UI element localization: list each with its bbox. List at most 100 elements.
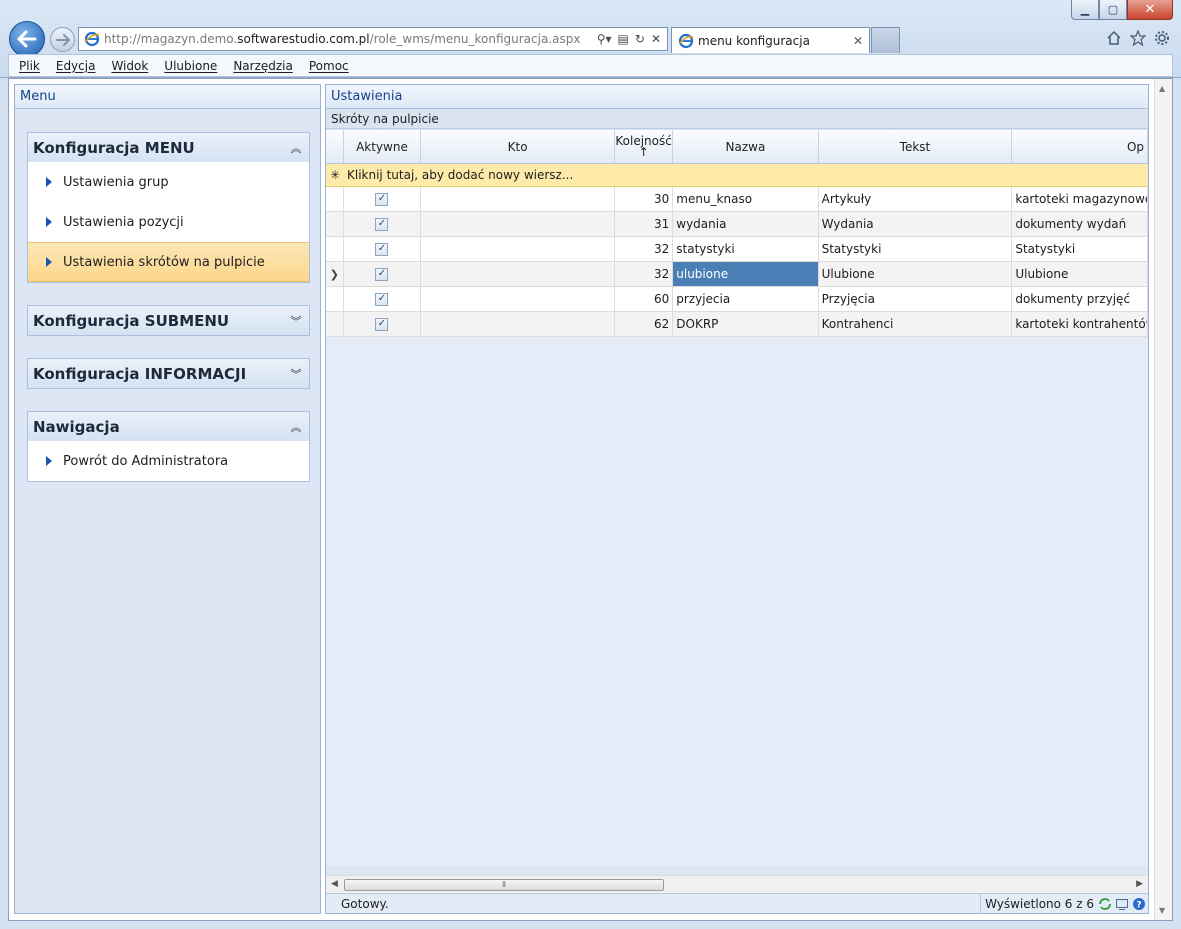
cell-aktywne[interactable]: ✓ (344, 237, 422, 261)
scroll-down-icon[interactable]: ▼ (1159, 906, 1165, 915)
cell-nazwa[interactable]: wydania (673, 212, 819, 236)
cell-tekst[interactable]: Kontrahenci (819, 312, 1013, 336)
scrollbar-thumb[interactable]: ⦀ (344, 879, 664, 891)
table-row[interactable]: ✓ 31 wydania Wydania dokumenty wydań (326, 212, 1148, 237)
stop-icon[interactable]: ✕ (651, 32, 661, 46)
cell-kolejnosc[interactable]: 60 (615, 287, 674, 311)
table-row[interactable]: ✓ 60 przyjecia Przyjęcia dokumenty przyjęć (326, 287, 1148, 312)
cell-kolejnosc[interactable]: 31 (615, 212, 674, 236)
cell-kto[interactable] (421, 212, 615, 236)
gear-icon[interactable] (1153, 29, 1171, 47)
cell-opis[interactable]: kartoteki magazynowe (1012, 187, 1148, 211)
cell-tekst[interactable]: Statystyki (819, 237, 1013, 261)
scroll-left-icon[interactable]: ◀ (331, 879, 338, 889)
row-indicator[interactable] (326, 312, 344, 336)
row-indicator[interactable] (326, 287, 344, 311)
row-indicator[interactable]: ❯ (326, 262, 344, 286)
forward-button[interactable] (50, 27, 75, 52)
nav-item-ustawienia-grup[interactable]: Ustawienia grup (28, 162, 309, 202)
row-indicator[interactable] (326, 237, 344, 261)
menu-plik[interactable]: Plik (11, 59, 48, 73)
cell-kolejnosc[interactable]: 62 (615, 312, 674, 336)
cell-tekst[interactable]: Przyjęcia (819, 287, 1013, 311)
group-header-konfiguracja-submenu[interactable]: Konfiguracja SUBMENU ︾ (28, 306, 309, 335)
cell-nazwa[interactable]: DOKRP (673, 312, 819, 336)
cell-kto[interactable] (421, 287, 615, 311)
scroll-up-icon[interactable]: ▲ (1159, 84, 1165, 93)
export-icon[interactable] (1115, 897, 1129, 911)
column-header-kto[interactable]: Kto (421, 130, 615, 163)
nav-item-ustawienia-skrotow[interactable]: Ustawienia skrótów na pulpicie (28, 242, 309, 282)
cell-opis[interactable]: dokumenty wydań (1012, 212, 1148, 236)
cell-kolejnosc[interactable]: 32 (615, 237, 674, 261)
collapse-chevron-icon[interactable]: ︽ (283, 140, 309, 156)
expand-chevron-icon[interactable]: ︾ (283, 313, 309, 329)
group-header-konfiguracja-informacji[interactable]: Konfiguracja INFORMACJI ︾ (28, 359, 309, 388)
close-window-button[interactable]: ✕ (1127, 0, 1173, 20)
menu-narzedzia[interactable]: Narzędzia (225, 59, 301, 73)
menu-pomoc[interactable]: Pomoc (301, 59, 357, 73)
cell-tekst[interactable]: Ulubione (819, 262, 1013, 286)
search-icon[interactable]: ⚲▾ (597, 32, 612, 46)
cell-kolejnosc[interactable]: 32 (615, 262, 674, 286)
active-checkbox[interactable]: ✓ (375, 192, 389, 206)
cell-kto[interactable] (421, 237, 615, 261)
cell-nazwa[interactable]: statystyki (673, 237, 819, 261)
menu-ulubione[interactable]: Ulubione (156, 59, 225, 73)
nav-item-ustawienia-pozycji[interactable]: Ustawienia pozycji (28, 202, 309, 242)
active-checkbox[interactable]: ✓ (375, 217, 389, 231)
new-row-prompt[interactable]: ✳ Kliknij tutaj, aby dodać nowy wiersz..… (326, 164, 1148, 187)
browser-tab[interactable]: menu konfiguracja ✕ (671, 27, 870, 53)
expand-chevron-icon[interactable]: ︾ (283, 366, 309, 382)
horizontal-scrollbar[interactable]: ◀ ⦀ ▶ (326, 875, 1148, 893)
cell-kto[interactable] (421, 262, 615, 286)
cell-aktywne[interactable]: ✓ (344, 262, 422, 286)
refresh-grid-icon[interactable] (1098, 897, 1112, 911)
column-header-nazwa[interactable]: Nazwa (673, 130, 819, 163)
minimize-button[interactable]: ▁ (1071, 0, 1099, 20)
cell-kolejnosc[interactable]: 30 (615, 187, 674, 211)
cell-opis[interactable]: dokumenty przyjęć (1012, 287, 1148, 311)
active-checkbox[interactable]: ✓ (375, 317, 389, 331)
cell-tekst[interactable]: Artykuły (819, 187, 1013, 211)
help-icon[interactable]: ? (1132, 897, 1146, 911)
menu-widok[interactable]: Widok (103, 59, 156, 73)
maximize-button[interactable]: ▢ (1099, 0, 1127, 20)
new-tab-button[interactable] (871, 27, 900, 53)
collapse-chevron-icon[interactable]: ︽ (283, 419, 309, 435)
cell-aktywne[interactable]: ✓ (344, 212, 422, 236)
menu-edycja[interactable]: Edycja (48, 59, 104, 73)
cell-aktywne[interactable]: ✓ (344, 287, 422, 311)
cell-aktywne[interactable]: ✓ (344, 187, 422, 211)
tab-close-icon[interactable]: ✕ (853, 34, 869, 48)
active-checkbox[interactable]: ✓ (375, 242, 389, 256)
row-indicator[interactable] (326, 212, 344, 236)
cell-nazwa[interactable]: menu_knaso (673, 187, 819, 211)
cell-opis[interactable]: kartoteki kontrahentów (1012, 312, 1148, 336)
active-checkbox[interactable]: ✓ (375, 267, 389, 281)
cell-opis[interactable]: Ulubione (1012, 262, 1148, 286)
cell-nazwa[interactable]: ulubione (673, 262, 819, 286)
active-checkbox[interactable]: ✓ (375, 292, 389, 306)
cell-nazwa[interactable]: przyjecia (673, 287, 819, 311)
back-button[interactable] (9, 21, 45, 57)
table-row[interactable]: ✓ 32 statystyki Statystyki Statystyki (326, 237, 1148, 262)
nav-item-powrot-do-administratora[interactable]: Powrót do Administratora (28, 441, 309, 481)
url-text[interactable]: http://magazyn.demo.softwarestudio.com.p… (104, 32, 597, 46)
address-bar[interactable]: http://magazyn.demo.softwarestudio.com.p… (78, 27, 668, 51)
column-header-tekst[interactable]: Tekst (819, 130, 1013, 163)
group-header-nawigacja[interactable]: Nawigacja ︽ (28, 412, 309, 441)
table-row[interactable]: ❯ ✓ 32 ulubione Ulubione Ulubione (326, 262, 1148, 287)
cell-aktywne[interactable]: ✓ (344, 312, 422, 336)
compatibility-icon[interactable]: ▤ (618, 32, 629, 46)
page-vertical-scrollbar[interactable]: ▲ ▼ (1154, 79, 1172, 920)
cell-opis[interactable]: Statystyki (1012, 237, 1148, 261)
favorites-star-icon[interactable] (1129, 29, 1147, 47)
group-header-konfiguracja-menu[interactable]: Konfiguracja MENU ︽ (28, 133, 309, 162)
scroll-right-icon[interactable]: ▶ (1136, 879, 1143, 889)
column-header-aktywne[interactable]: Aktywne (344, 130, 422, 163)
cell-kto[interactable] (421, 312, 615, 336)
refresh-icon[interactable]: ↻ (635, 32, 645, 46)
cell-tekst[interactable]: Wydania (819, 212, 1013, 236)
column-header-kolejnosc[interactable]: Kolejność ↑ (615, 130, 674, 163)
